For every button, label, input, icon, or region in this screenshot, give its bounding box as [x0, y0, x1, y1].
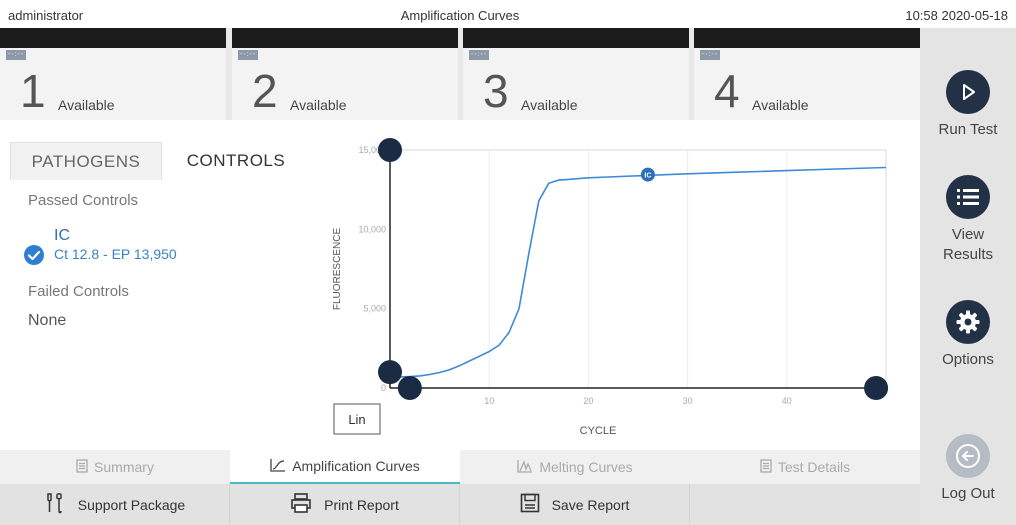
tab-pathogens[interactable]: PATHOGENS: [10, 142, 162, 180]
failed-controls-label: Failed Controls: [28, 283, 129, 300]
play-icon: [946, 70, 990, 114]
module-status-strip: [0, 28, 226, 48]
x-tick-label: 20: [583, 396, 593, 406]
module-status: Available: [752, 97, 809, 113]
tab-amplification-label: Amplification Curves: [292, 458, 420, 474]
tab-summary[interactable]: Summary: [0, 450, 230, 484]
module-tag: --:--: [700, 50, 720, 60]
module-tag: --:--: [238, 50, 258, 60]
passed-controls-label: Passed Controls: [28, 192, 139, 209]
view-results-button[interactable]: View Results: [920, 175, 1016, 265]
module-number: 3: [483, 65, 509, 117]
results-label: Results: [942, 246, 994, 263]
run-test-button[interactable]: Run Test: [920, 70, 1016, 140]
failed-controls-value: None: [28, 312, 67, 329]
amplification-icon: [270, 458, 286, 475]
amplification-chart[interactable]: 10 20 30 40 0 5,000 10,000 15,000 CYCLE FLUORESCE…: [316, 120, 920, 450]
module-status: Available: [58, 97, 115, 113]
list-icon: [946, 175, 990, 219]
options-button[interactable]: Options: [920, 300, 1016, 370]
right-sidebar: Run Test View Results Options Log Out: [920, 28, 1016, 525]
log-out-label: Log Out: [941, 485, 995, 502]
gear-icon: [946, 300, 990, 344]
x-tick-label: 40: [782, 396, 792, 406]
logout-arrow-icon: [946, 434, 990, 478]
printer-icon: [290, 492, 312, 517]
run-test-label: Run Test: [938, 121, 998, 138]
module-1[interactable]: --:-- 1 Available: [0, 28, 226, 120]
module-3[interactable]: --:-- 3 Available: [463, 28, 689, 120]
x-tick-label: 30: [683, 396, 693, 406]
y-tick-label: 10,000: [358, 224, 386, 234]
plot-area: [389, 149, 887, 389]
print-report-button[interactable]: Print Report: [230, 484, 460, 525]
view-label: View: [951, 226, 985, 243]
action-bar: Support Package Print Report Save Report: [0, 484, 920, 525]
tab-melting-label: Melting Curves: [539, 459, 633, 475]
range-handle[interactable]: [378, 360, 402, 385]
screen-title: Amplification Curves: [400, 8, 520, 23]
module-number: 1: [20, 65, 46, 117]
options-label: Options: [942, 351, 994, 368]
chart-svg[interactable]: 10 20 30 4005,00010,00015,000CYCLEFLUORESCE…: [316, 120, 920, 450]
module-2[interactable]: --:-- 2 Available: [232, 28, 458, 120]
view-tabs: Summary Amplification Curves Melting Cur…: [0, 450, 920, 484]
save-icon: [520, 493, 540, 516]
x-tick-label: 10: [484, 396, 494, 406]
module-number: 4: [714, 65, 740, 117]
y-axis-label: FLUORESCENCE: [332, 228, 343, 311]
tab-summary-label: Summary: [94, 459, 154, 475]
action-slot-empty: [690, 484, 920, 525]
range-handle[interactable]: [378, 138, 402, 162]
melting-icon: [517, 459, 533, 476]
y-tick-label: 0: [381, 383, 386, 393]
view-results-label: View Results: [920, 225, 1016, 265]
top-bar: administrator Amplification Curves 10:58…: [0, 0, 1016, 28]
controls-list: Passed Controls IC Ct 12.8 - EP 13,950 F…: [24, 192, 308, 330]
control-name: IC: [54, 227, 70, 244]
print-report-label: Print Report: [324, 496, 399, 513]
module-bar: --:-- 1 Available --:-- 2 Available --:-…: [0, 28, 920, 120]
range-handle[interactable]: [864, 376, 889, 400]
control-detail: Ct 12.8 - EP 13,950: [54, 246, 177, 262]
module-status: Available: [290, 97, 347, 113]
module-number: 2: [252, 65, 278, 117]
tools-icon: [44, 492, 66, 517]
support-package-button[interactable]: Support Package: [0, 484, 230, 525]
check-icon: [24, 245, 44, 265]
module-status: Available: [521, 97, 578, 113]
module-4[interactable]: --:-- 4 Available: [694, 28, 920, 120]
log-out-button[interactable]: Log Out: [920, 434, 1016, 504]
module-status-strip: [232, 28, 458, 48]
range-handle[interactable]: [397, 376, 422, 400]
result-tabs: PATHOGENS CONTROLS: [10, 142, 310, 182]
x-axis-label: CYCLE: [580, 425, 617, 437]
save-report-label: Save Report: [551, 496, 630, 513]
document-icon: [76, 458, 88, 476]
tab-controls[interactable]: CONTROLS: [162, 142, 310, 180]
y-tick-label: 5,000: [363, 304, 386, 314]
tab-test-details[interactable]: Test Details: [690, 450, 920, 484]
support-package-label: Support Package: [77, 496, 186, 513]
document-icon: [760, 458, 772, 476]
module-tag: --:--: [469, 50, 489, 60]
control-item-ic[interactable]: IC Ct 12.8 - EP 13,950: [24, 227, 308, 279]
save-report-button[interactable]: Save Report: [460, 484, 690, 525]
module-status-strip: [694, 28, 920, 48]
ic-marker-label: IC: [644, 173, 651, 180]
main-panel: PATHOGENS CONTROLS Passed Controls IC Ct…: [0, 120, 920, 450]
module-status-strip: [463, 28, 689, 48]
module-tag: --:--: [6, 50, 26, 60]
tab-test-details-label: Test Details: [777, 459, 851, 475]
tab-amplification-curves[interactable]: Amplification Curves: [230, 450, 460, 484]
tab-melting-curves[interactable]: Melting Curves: [460, 450, 690, 484]
scale-toggle-label: Lin: [348, 412, 365, 427]
clock: 10:58 2020-05-18: [905, 8, 1008, 23]
